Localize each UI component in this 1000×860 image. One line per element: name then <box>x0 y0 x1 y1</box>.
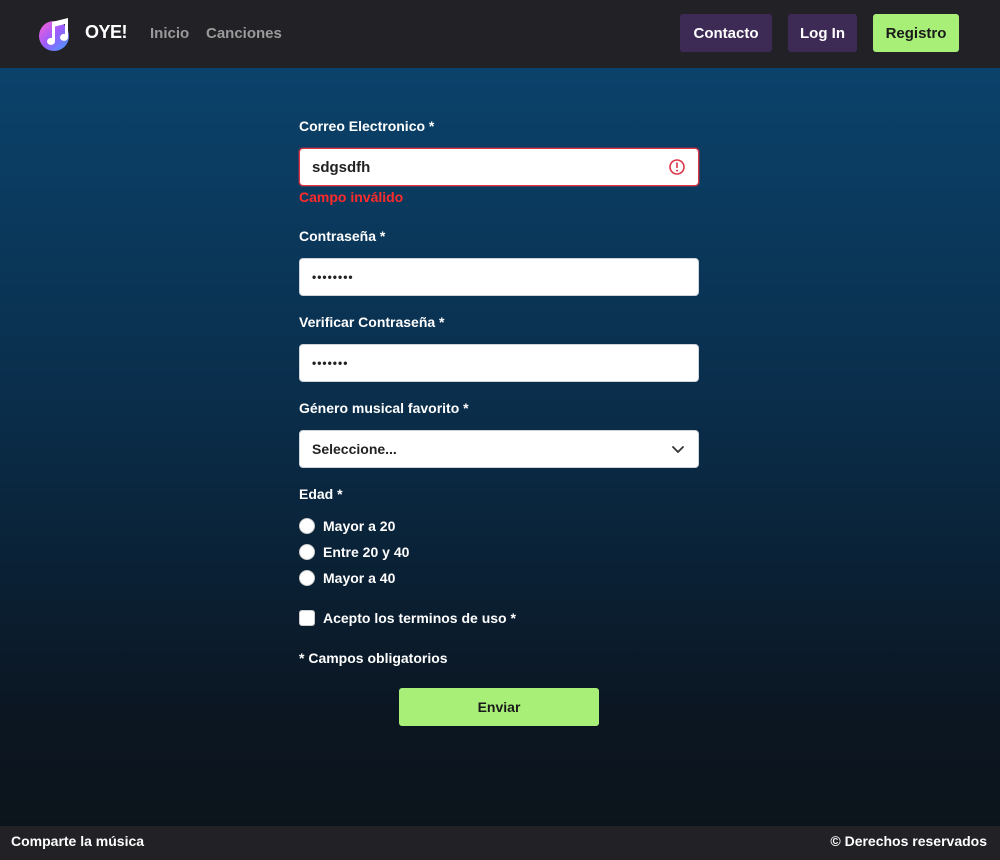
footer-copyright: © Derechos reservados <box>830 833 987 849</box>
terms-checkbox-row[interactable]: Acepto los terminos de uso * <box>299 610 516 626</box>
registro-button[interactable]: Registro <box>873 14 959 52</box>
verify-password-label: Verificar Contraseña * <box>299 314 445 330</box>
password-value: •••••••• <box>312 270 354 284</box>
age-option-label: Entre 20 y 40 <box>323 544 410 560</box>
age-option-label: Mayor a 20 <box>323 518 396 534</box>
email-value: sdgsdfh <box>312 158 371 176</box>
email-label: Correo Electronico * <box>299 118 435 134</box>
terms-checkbox[interactable] <box>299 610 315 626</box>
nav-link-canciones[interactable]: Canciones <box>206 25 282 42</box>
main-content: Correo Electronico * sdgsdfh Campo invál… <box>0 68 1000 826</box>
music-note-icon[interactable] <box>38 17 70 51</box>
genre-selected-value: Seleccione... <box>312 441 397 457</box>
login-button[interactable]: Log In <box>788 14 857 52</box>
terms-label: Acepto los terminos de uso * <box>323 610 516 626</box>
radio-button[interactable] <box>299 518 315 534</box>
verify-password-field[interactable]: ••••••• <box>299 344 699 382</box>
age-option-entre-20-40[interactable]: Entre 20 y 40 <box>299 544 409 560</box>
age-label: Edad * <box>299 486 343 502</box>
age-option-mayor-40[interactable]: Mayor a 40 <box>299 570 395 586</box>
genre-select[interactable]: Seleccione... <box>299 430 699 468</box>
submit-button[interactable]: Enviar <box>399 688 599 726</box>
password-field[interactable]: •••••••• <box>299 258 699 296</box>
password-label: Contraseña * <box>299 228 386 244</box>
nav-link-inicio[interactable]: Inicio <box>150 25 189 42</box>
brand-name[interactable]: OYE! <box>85 22 128 43</box>
contacto-button[interactable]: Contacto <box>680 14 772 52</box>
genre-label: Género musical favorito * <box>299 400 469 416</box>
footer: Comparte la música © Derechos reservados <box>0 826 1000 860</box>
radio-button[interactable] <box>299 570 315 586</box>
chevron-down-icon <box>672 446 684 453</box>
email-error-message: Campo inválido <box>299 189 404 205</box>
age-option-mayor-20[interactable]: Mayor a 20 <box>299 518 395 534</box>
error-circle-icon <box>669 159 685 175</box>
navbar: OYE! Inicio Canciones Contacto Log In Re… <box>0 0 1000 68</box>
footer-tagline: Comparte la música <box>11 833 145 849</box>
verify-password-value: ••••••• <box>312 356 349 370</box>
required-fields-note: * Campos obligatorios <box>299 650 448 666</box>
email-field[interactable]: sdgsdfh <box>299 148 699 186</box>
radio-button[interactable] <box>299 544 315 560</box>
age-option-label: Mayor a 40 <box>323 570 396 586</box>
